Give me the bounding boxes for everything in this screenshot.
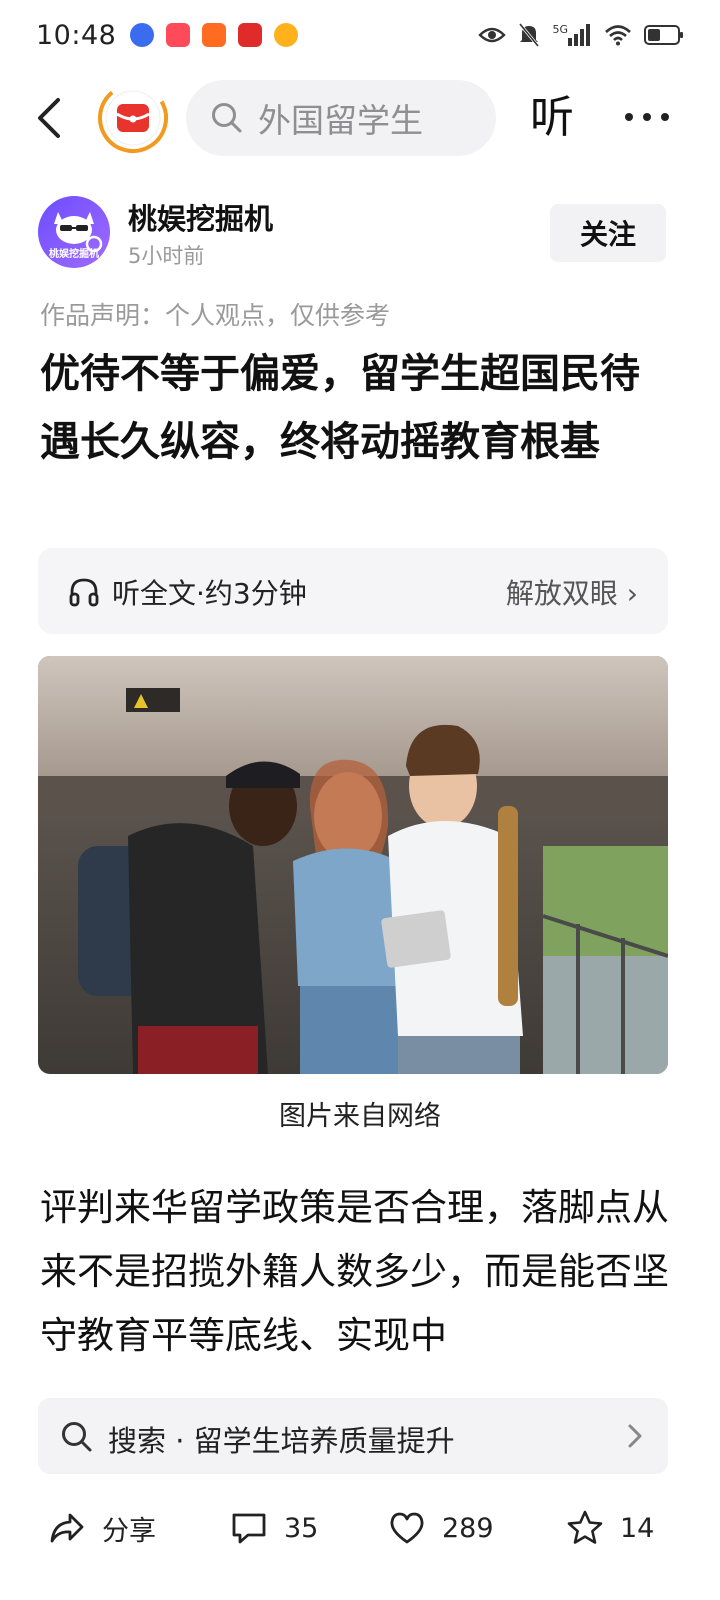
status-time: 10:48 <box>36 19 117 51</box>
status-bar: 10:48 5G <box>0 0 720 70</box>
search-suggestion-bar[interactable]: 搜索 · 留学生培养质量提升 <box>38 1398 668 1474</box>
author-name[interactable]: 桃娱挖掘机 <box>128 196 273 238</box>
favorite-button[interactable]: 14 <box>566 1500 654 1556</box>
search-icon <box>62 1422 92 1452</box>
search-input[interactable]: 外国留学生 <box>186 80 496 156</box>
listen-full-article-card[interactable]: 听全文·约3分钟 解放双眼 › <box>38 548 668 634</box>
author-avatar[interactable]: 桃娱挖掘机 <box>38 196 110 268</box>
photo-caption: 图片来自网络 <box>279 1101 441 1132</box>
battery-icon <box>644 25 683 45</box>
shopping-app-icon <box>166 23 191 47</box>
share-label: 分享 <box>102 1515 156 1547</box>
author-row: 桃娱挖掘机 桃娱挖掘机 5小时前 关注 <box>38 196 682 270</box>
search-suggestion-text: 搜索 · 留学生培养质量提升 <box>108 1424 455 1458</box>
star-icon <box>567 1510 603 1544</box>
bottom-action-bar: 分享 35 289 14 <box>0 1480 720 1590</box>
comment-icon <box>232 1513 266 1544</box>
follow-button[interactable]: 关注 <box>550 204 666 262</box>
avatar-text: 桃娱挖掘机 <box>49 249 99 260</box>
listen-full-label: 听全文·约3分钟 <box>112 577 307 610</box>
like-button[interactable]: 289 <box>388 1500 494 1556</box>
post-time: 5小时前 <box>128 244 205 268</box>
students-photo-illustration <box>38 656 668 1074</box>
article-body: 评判来华留学政策是否合理，落脚点从来不是招揽外籍人数多少，而是能否坚守教育平等底… <box>40 1186 669 1357</box>
wifi-icon <box>605 25 631 46</box>
baidu-app-icon <box>130 23 155 47</box>
free-eyes-link[interactable]: 解放双眼 › <box>506 572 638 612</box>
music-app-icon <box>238 23 263 47</box>
back-arrow-icon[interactable] <box>30 88 70 148</box>
like-count: 289 <box>442 1512 494 1544</box>
comment-count: 35 <box>284 1512 319 1544</box>
comment-button[interactable]: 35 <box>230 1500 318 1556</box>
search-icon <box>212 103 242 133</box>
eye-icon <box>478 27 507 43</box>
signal-icon <box>568 24 590 46</box>
top-nav-bar: 外国留学生 听 <box>0 78 720 158</box>
status-notification-icons <box>130 23 299 47</box>
article-photo[interactable] <box>38 656 668 1074</box>
grid-app-icon <box>202 23 227 47</box>
status-system-icons: 5G <box>478 22 684 48</box>
listen-button[interactable]: 听 <box>530 88 574 148</box>
mute-bell-icon <box>519 23 540 47</box>
app-logo-icon[interactable] <box>97 82 169 154</box>
game-app-icon <box>274 23 299 47</box>
chevron-right-icon <box>628 1424 642 1448</box>
more-options-icon[interactable] <box>622 92 672 142</box>
headphones-icon <box>69 578 99 607</box>
search-query-text: 外国留学生 <box>258 101 423 140</box>
share-button[interactable]: 分享 <box>48 1500 156 1556</box>
share-icon <box>50 1513 84 1543</box>
heart-icon <box>390 1512 424 1544</box>
network-type: 5G <box>552 22 568 36</box>
work-statement: 作品声明：个人观点，仅供参考 <box>40 301 391 330</box>
favorite-count: 14 <box>620 1512 655 1544</box>
article-headline: 优待不等于偏爱，留学生超国民待遇长久纵容，终将动摇教育根基 <box>40 351 640 465</box>
